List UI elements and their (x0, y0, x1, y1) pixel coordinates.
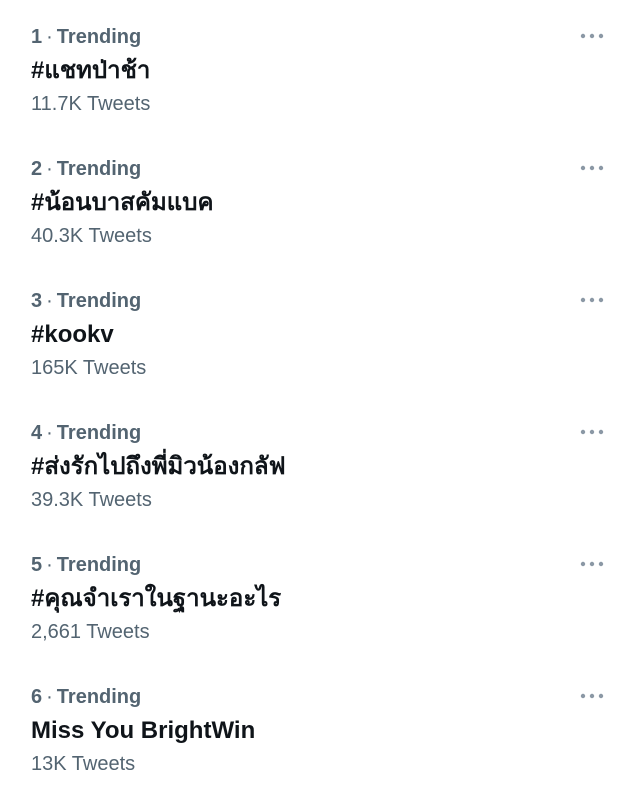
trend-label: Trending (56, 686, 142, 708)
meta-separator: · (46, 26, 53, 48)
trend-rank: 6 (31, 686, 43, 708)
trend-rank: 1 (31, 26, 43, 48)
trend-item[interactable]: 1 · Trending #แชทป่าช้า 11.7K Tweets (0, 0, 636, 132)
trend-tweet-count: 13K Tweets (31, 753, 136, 775)
meta-separator: · (46, 158, 53, 180)
trend-title[interactable]: #แชทป่าช้า (31, 55, 150, 87)
trend-item[interactable]: 2 · Trending #น้อนบาสคัมแบค 40.3K Tweets (0, 132, 636, 264)
meta-separator: · (46, 686, 53, 708)
trend-tweet-count: 2,661 Tweets (31, 621, 150, 643)
trend-tweet-count: 39.3K Tweets (31, 489, 152, 511)
more-horizontal-icon (580, 429, 604, 435)
trend-tweet-count: 11.7K Tweets (31, 93, 151, 115)
more-horizontal-icon (580, 561, 604, 567)
trend-meta: 4 · Trending (31, 420, 141, 446)
more-horizontal-icon (580, 297, 604, 303)
trend-label: Trending (56, 158, 142, 180)
trend-title[interactable]: Miss You BrightWin (31, 715, 255, 747)
trend-meta: 5 · Trending (31, 552, 141, 578)
trend-item[interactable]: 3 · Trending #kookv 165K Tweets (0, 264, 636, 396)
trend-item[interactable]: 5 · Trending #คุณจำเราในฐานะอะไร 2,661 Twe… (0, 528, 636, 660)
more-horizontal-icon (580, 693, 604, 699)
meta-separator: · (46, 290, 53, 312)
trend-label: Trending (56, 26, 142, 48)
trend-label: Trending (56, 422, 142, 444)
trend-item[interactable]: 4 · Trending #ส่งรักไปถึงพี่มิวน้องกลัฟ 39… (0, 396, 636, 528)
trend-meta: 2 · Trending (31, 156, 141, 182)
more-options-button[interactable] (572, 682, 612, 710)
trend-title[interactable]: #น้อนบาสคัมแบค (31, 187, 214, 219)
trend-rank: 2 (31, 158, 43, 180)
more-horizontal-icon (580, 33, 604, 39)
meta-separator: · (46, 554, 53, 576)
trend-title[interactable]: #kookv (31, 319, 114, 351)
trend-title[interactable]: #ส่งรักไปถึงพี่มิวน้องกลัฟ (31, 451, 286, 483)
more-options-button[interactable] (572, 418, 612, 446)
trend-tweet-count: 165K Tweets (31, 357, 147, 379)
meta-separator: · (46, 422, 53, 444)
trend-meta: 3 · Trending (31, 288, 141, 314)
trend-tweet-count: 40.3K Tweets (31, 225, 152, 247)
trend-meta: 6 · Trending (31, 684, 141, 710)
trends-list: 1 · Trending #แชทป่าช้า 11.7K Tweets 2 · Tre… (0, 0, 636, 800)
more-options-button[interactable] (572, 286, 612, 314)
more-options-button[interactable] (572, 550, 612, 578)
trend-rank: 3 (31, 290, 43, 312)
trend-label: Trending (56, 554, 142, 576)
more-options-button[interactable] (572, 154, 612, 182)
more-horizontal-icon (580, 165, 604, 171)
trend-rank: 5 (31, 554, 43, 576)
trend-rank: 4 (31, 422, 43, 444)
trend-item[interactable]: 6 · Trending Miss You BrightWin 13K Tweets (0, 660, 636, 792)
more-options-button[interactable] (572, 22, 612, 50)
trend-meta: 1 · Trending (31, 24, 141, 50)
trend-title[interactable]: #คุณจำเราในฐานะอะไร (31, 583, 281, 615)
trend-label: Trending (56, 290, 142, 312)
